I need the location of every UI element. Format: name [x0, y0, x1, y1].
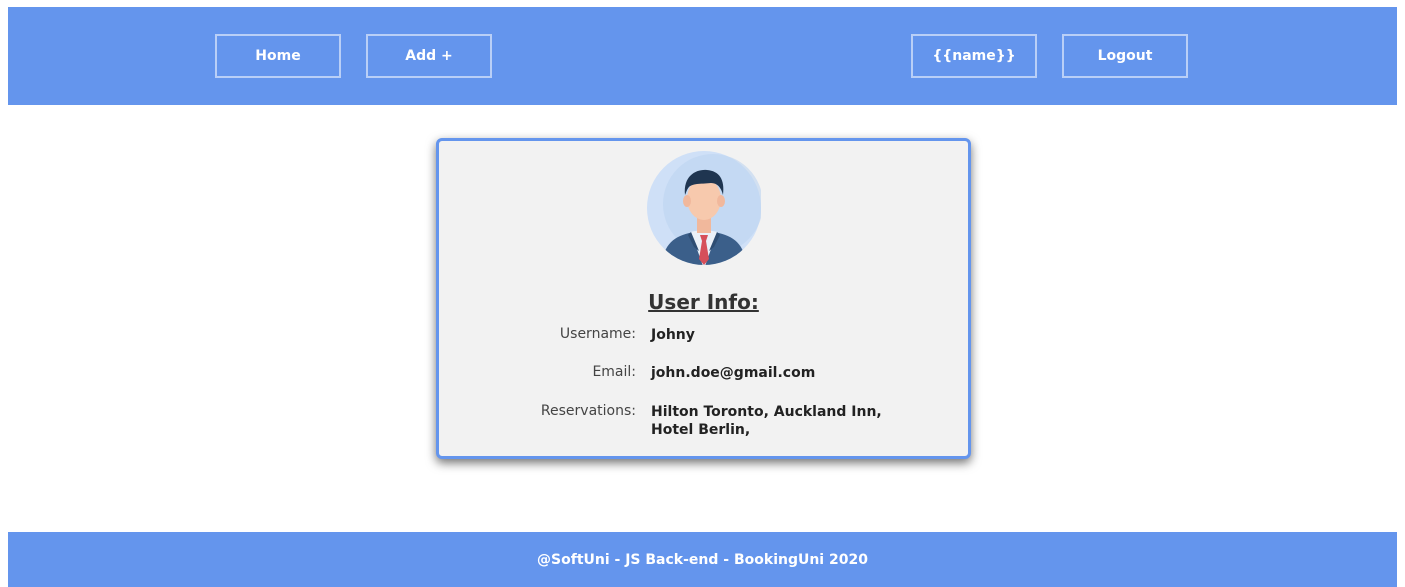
email-label: Email: [592, 364, 636, 380]
add-link[interactable]: Add + [366, 34, 492, 78]
reservations-label: Reservations: [540, 403, 636, 419]
top-navbar: Home Add + {{name}} Logout [8, 7, 1397, 105]
page-footer: @SoftUni - JS Back-end - BookingUni 2020 [8, 532, 1397, 587]
footer-text: @SoftUni - JS Back-end - BookingUni 2020 [537, 551, 868, 568]
username-value: Johny [651, 327, 695, 343]
logout-link[interactable]: Logout [1062, 34, 1188, 78]
user-info-title: User Info: [648, 290, 759, 314]
username-label: Username: [559, 326, 636, 342]
email-value: john.doe@gmail.com [651, 365, 816, 381]
user-info-card: User Info: Username: Johny Email: john.d… [436, 138, 971, 459]
home-link[interactable]: Home [215, 34, 341, 78]
businessman-avatar-icon [647, 151, 761, 265]
reservations-value: Hilton Toronto, Auckland Inn, Hotel Berl… [651, 404, 882, 438]
user-name-link[interactable]: {{name}} [911, 34, 1037, 78]
